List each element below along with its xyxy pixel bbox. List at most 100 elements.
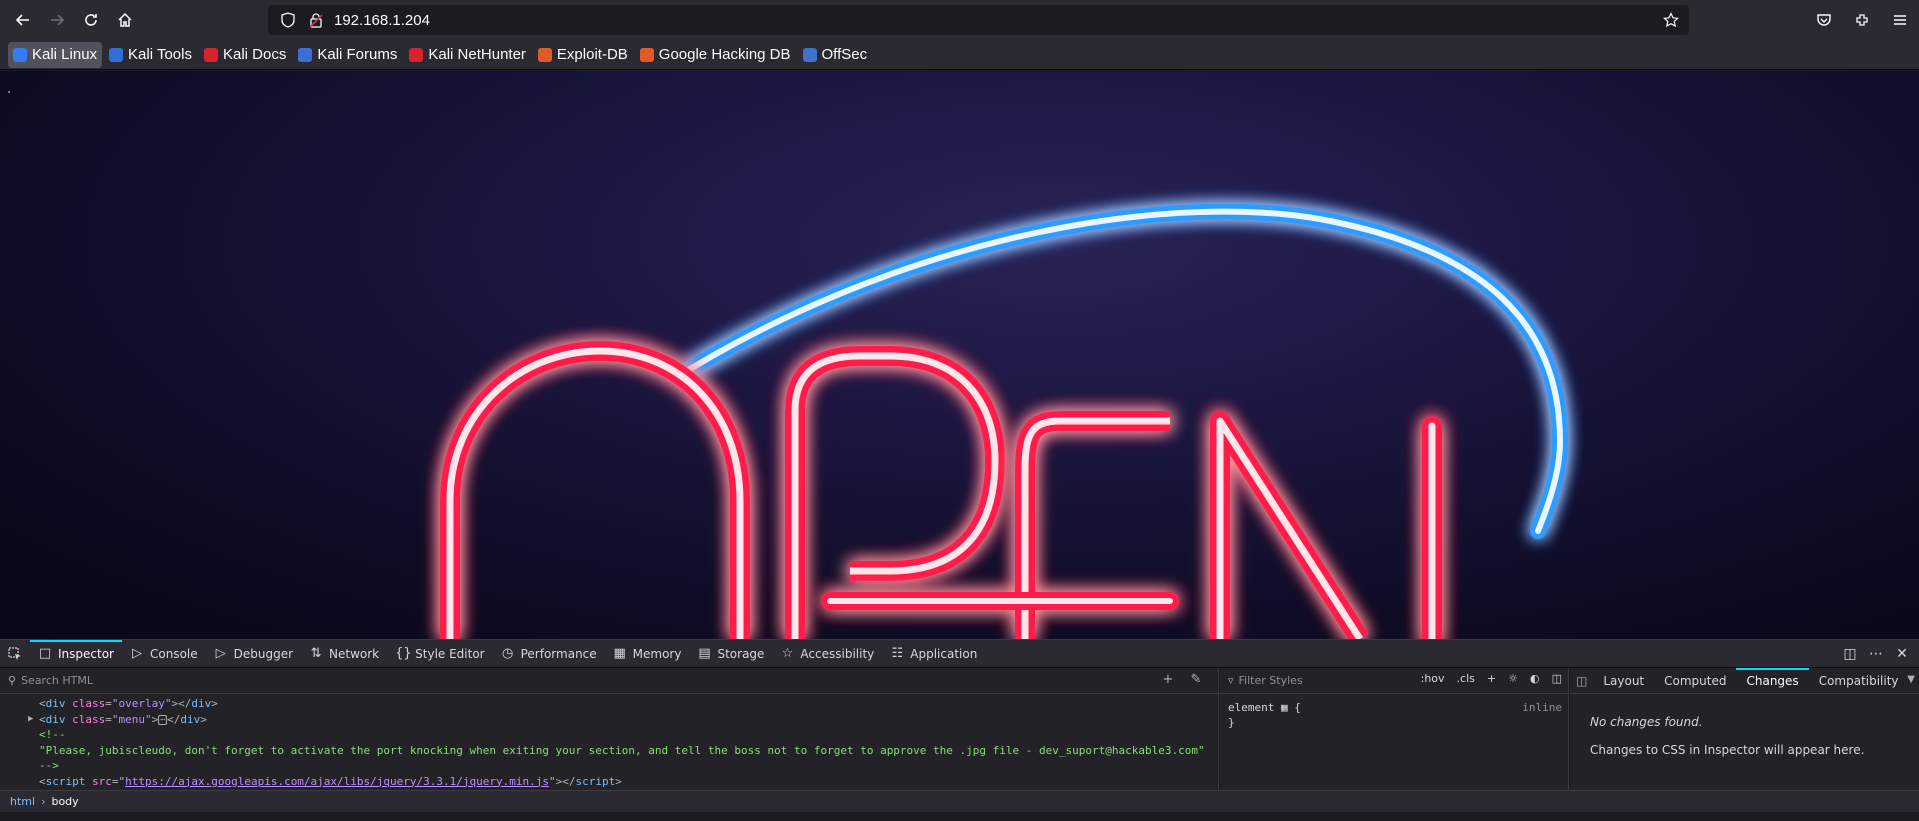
dock-icon[interactable]: ◫ bbox=[1837, 646, 1863, 662]
application-icon: ☷ bbox=[891, 646, 904, 661]
memory-icon: ▦ bbox=[613, 646, 626, 661]
cls-toggle[interactable]: .cls bbox=[1457, 672, 1475, 685]
menu-icon[interactable] bbox=[1881, 4, 1919, 36]
console-icon: ▷ bbox=[131, 646, 142, 661]
tab-style-editor[interactable]: {} Style Editor bbox=[387, 640, 492, 668]
bookmark-kali-tools[interactable]: Kali Tools bbox=[104, 42, 197, 68]
url-bar[interactable]: 192.168.1.204 bbox=[268, 5, 1689, 35]
element-rule[interactable]: element ▦ { } inline bbox=[1220, 694, 1568, 736]
kali-tools-icon bbox=[109, 47, 124, 62]
more-options-icon[interactable]: ⋯ bbox=[1863, 646, 1889, 662]
network-icon: ⇅ bbox=[310, 646, 322, 661]
reload-icon[interactable] bbox=[75, 4, 107, 36]
bookmark-offsec[interactable]: OffSec bbox=[798, 42, 873, 68]
dark-scheme-icon[interactable]: ◐ bbox=[1530, 672, 1540, 685]
bookmark-kali-nethunter[interactable]: Kali NetHunter bbox=[404, 42, 531, 68]
breadcrumb-separator-icon: › bbox=[41, 795, 46, 808]
style-editor-icon: {} bbox=[395, 646, 412, 661]
code-line-menu[interactable]: ▶ <div class="menu"> ⋯ </div> bbox=[0, 712, 1218, 728]
tab-application[interactable]: ☷ Application bbox=[882, 640, 985, 668]
comment-open[interactable]: <!-- bbox=[0, 727, 1218, 743]
breadcrumb-html[interactable]: html bbox=[10, 795, 35, 808]
rules-pane: ▿ Filter Styles :hov .cls + ☼ ◐ ◫ elemen… bbox=[1220, 668, 1569, 790]
close-devtools-icon[interactable]: ✕ bbox=[1889, 646, 1915, 662]
bookmark-kali-forums[interactable]: Kali Forums bbox=[293, 42, 402, 68]
shield-icon[interactable] bbox=[276, 8, 300, 32]
light-scheme-icon[interactable]: ☼ bbox=[1508, 672, 1518, 685]
tab-performance[interactable]: ◷ Performance bbox=[493, 640, 605, 668]
performance-icon: ◷ bbox=[501, 646, 514, 661]
bookmarks-toolbar: Kali Linux Kali Tools Kali Docs Kali For… bbox=[0, 40, 1919, 70]
tab-network[interactable]: ⇅ Network bbox=[301, 640, 387, 668]
markup-pane: ⚲ Search HTML + ✎ <div class="overlay"><… bbox=[0, 668, 1219, 790]
kali-linux-icon bbox=[13, 47, 27, 62]
script-src-link[interactable]: https://ajax.googleapis.com/ajax/libs/jq… bbox=[125, 775, 549, 788]
element-rule-icon: ▦ bbox=[1280, 701, 1288, 714]
tab-compatibility[interactable]: Compatibility bbox=[1809, 668, 1909, 694]
expand-triangle-icon[interactable]: ▶ bbox=[28, 712, 33, 728]
bookmark-kali-docs[interactable]: Kali Docs bbox=[199, 42, 291, 68]
debugger-icon: ▷ bbox=[215, 646, 226, 661]
tab-inspector[interactable]: □ Inspector bbox=[30, 639, 122, 668]
kali-nethunter-icon bbox=[409, 47, 424, 62]
toggle-sidebar-icon[interactable]: ◫ bbox=[1570, 674, 1593, 688]
breadcrumb-body[interactable]: body bbox=[51, 795, 78, 808]
ellipsis-badge[interactable]: ⋯ bbox=[158, 714, 168, 725]
no-changes-text: No changes found. bbox=[1590, 715, 1703, 729]
tab-layout[interactable]: Layout bbox=[1593, 668, 1654, 694]
browser-toolbar: 192.168.1.204 bbox=[0, 0, 1919, 40]
breadcrumb: html › body bbox=[0, 790, 1919, 812]
bookmark-exploit-db[interactable]: Exploit-DB bbox=[533, 42, 633, 68]
chevron-down-icon[interactable]: ▼ bbox=[1907, 674, 1915, 685]
pocket-icon[interactable] bbox=[1805, 4, 1843, 36]
extensions-icon[interactable] bbox=[1843, 4, 1881, 36]
tab-changes[interactable]: Changes bbox=[1736, 667, 1809, 694]
comment-text[interactable]: "Please, jubiscleudo, don't forget to ac… bbox=[0, 743, 1218, 759]
home-icon[interactable] bbox=[109, 4, 141, 36]
tab-storage[interactable]: ▤ Storage bbox=[689, 640, 772, 668]
add-rule-icon[interactable]: + bbox=[1487, 672, 1496, 685]
url-text[interactable]: 192.168.1.204 bbox=[334, 12, 430, 29]
filter-icon: ▿ bbox=[1228, 674, 1234, 687]
google-hacking-db-icon bbox=[639, 47, 654, 62]
html-tree: <div class="overlay"></div> ▶ <div class=… bbox=[0, 694, 1218, 789]
sidebar-tabs: ◫ Layout Computed Changes Compatibility … bbox=[1570, 667, 1919, 694]
filter-styles-bar: ▿ Filter Styles :hov .cls + ☼ ◐ ◫ bbox=[1220, 668, 1568, 694]
bookmark-google-hacking-db[interactable]: Google Hacking DB bbox=[635, 42, 796, 68]
tab-accessibility[interactable]: ☆ Accessibility bbox=[772, 640, 882, 668]
sidebar-pane: ◫ Layout Computed Changes Compatibility … bbox=[1570, 667, 1919, 790]
kali-forums-icon bbox=[298, 47, 313, 62]
hov-toggle[interactable]: :hov bbox=[1421, 672, 1445, 685]
neon-letter-n bbox=[1210, 411, 1442, 639]
page-content bbox=[0, 71, 1919, 639]
window-bottom-edge bbox=[0, 812, 1919, 821]
add-node-icon[interactable]: + bbox=[1154, 672, 1182, 687]
bookmark-star-icon[interactable] bbox=[1659, 8, 1683, 32]
element-picker-icon[interactable] bbox=[0, 640, 30, 668]
tab-memory[interactable]: ▦ Memory bbox=[605, 640, 690, 668]
search-html-input[interactable]: Search HTML bbox=[21, 674, 93, 687]
code-line-script[interactable]: <script src="https://ajax.googleapis.com… bbox=[0, 774, 1218, 790]
comment-close[interactable]: --> bbox=[0, 758, 1218, 774]
search-html-bar: ⚲ Search HTML + ✎ bbox=[0, 668, 1218, 694]
code-line-overlay[interactable]: <div class="overlay"></div> bbox=[0, 696, 1218, 712]
inspector-icon: □ bbox=[38, 646, 52, 661]
insecure-lock-icon[interactable] bbox=[304, 8, 328, 32]
forward-icon[interactable] bbox=[41, 4, 73, 36]
open-sign-image bbox=[440, 203, 1569, 639]
accessibility-icon: ☆ bbox=[781, 646, 794, 661]
exploit-db-icon bbox=[537, 47, 552, 62]
storage-icon: ▤ bbox=[698, 646, 711, 661]
filter-styles-input[interactable]: Filter Styles bbox=[1239, 674, 1303, 687]
changes-panel: No changes found. Changes to CSS in Insp… bbox=[1570, 694, 1919, 764]
eyedropper-icon[interactable]: ✎ bbox=[1182, 672, 1210, 687]
neon-letter-o bbox=[440, 340, 750, 639]
bookmark-kali-linux[interactable]: Kali Linux bbox=[8, 41, 103, 68]
changes-hint-text: Changes to CSS in Inspector will appear … bbox=[1590, 743, 1865, 757]
print-media-icon[interactable]: ◫ bbox=[1552, 672, 1562, 685]
tab-debugger[interactable]: ▷ Debugger bbox=[206, 640, 301, 668]
back-icon[interactable] bbox=[7, 4, 39, 36]
tab-console[interactable]: ▷ Console bbox=[122, 640, 206, 668]
devtools-tabbar: □ Inspector ▷ Console ▷ Debugger ⇅ Network {… bbox=[0, 639, 1919, 668]
tab-computed[interactable]: Computed bbox=[1654, 668, 1736, 694]
